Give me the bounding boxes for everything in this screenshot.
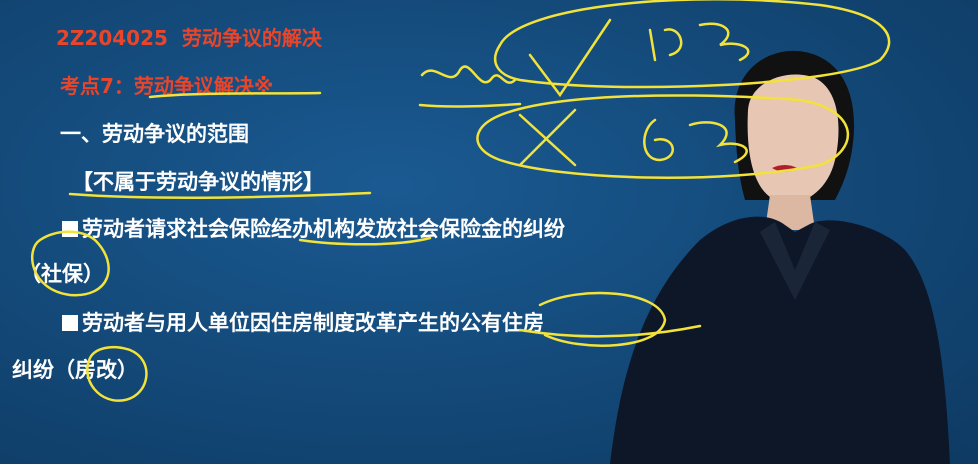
presenter [610, 50, 950, 464]
